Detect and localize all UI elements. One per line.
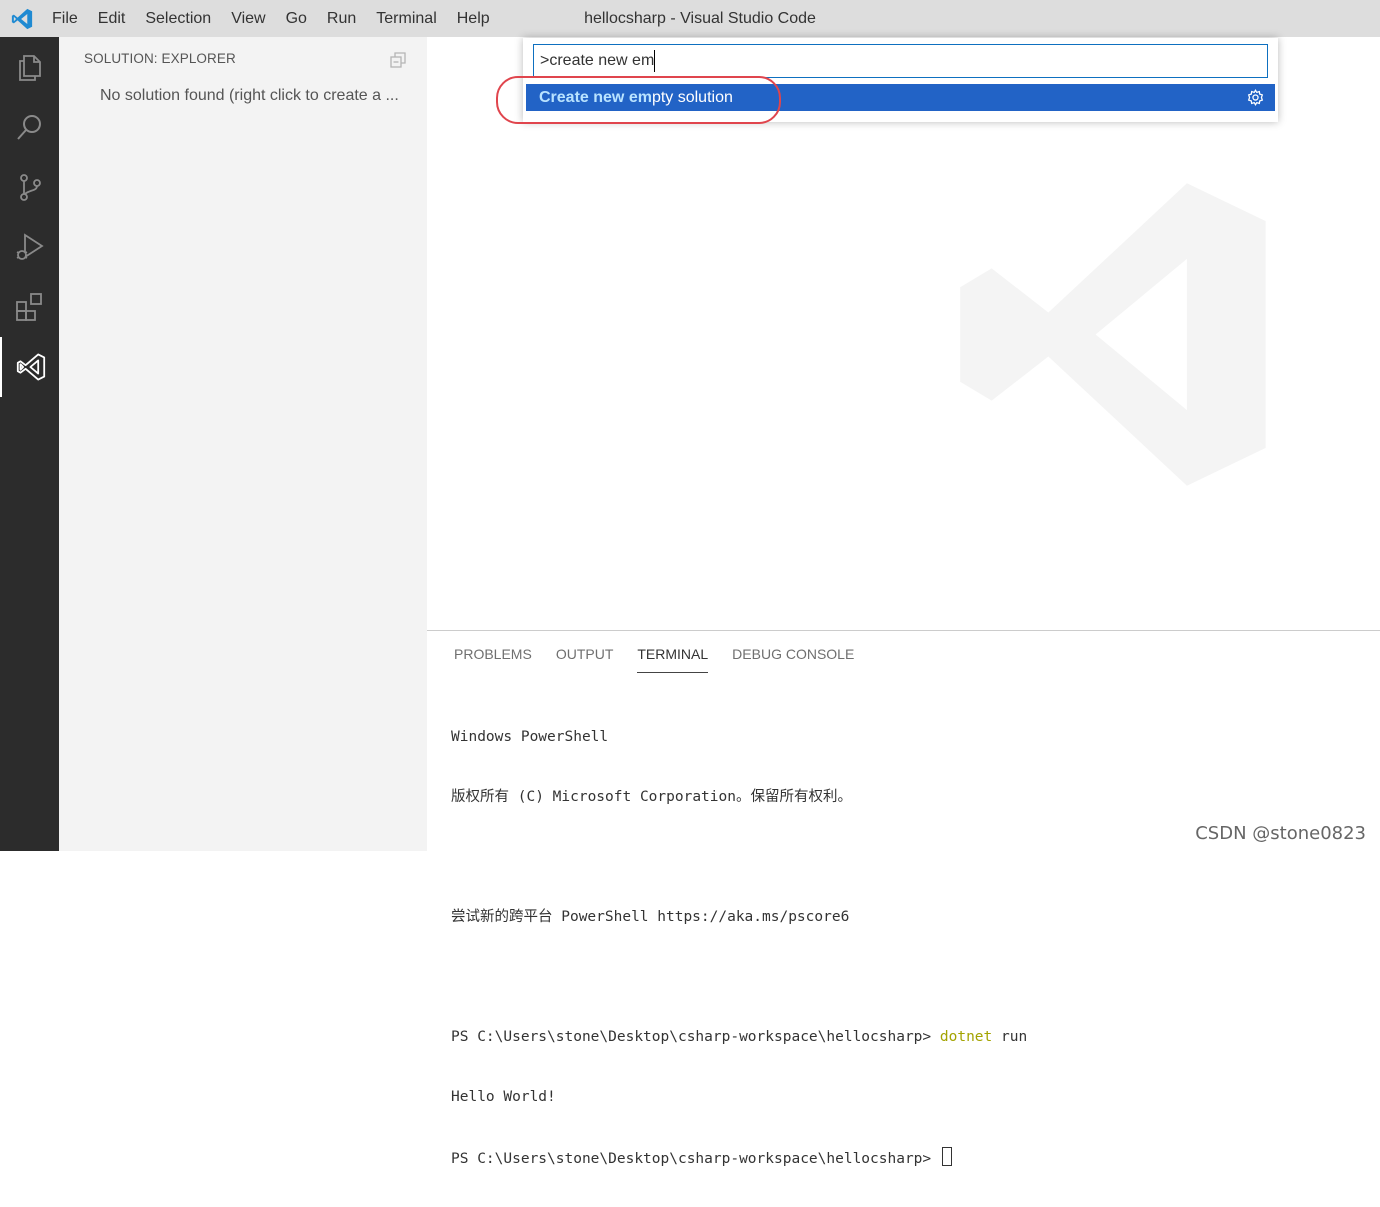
search-icon <box>16 115 41 140</box>
command-palette: Create new empty solution <box>523 38 1278 122</box>
solution-explorer-icon <box>16 353 45 381</box>
gear-icon[interactable] <box>1247 89 1264 106</box>
editor-area[interactable] <box>427 37 1380 630</box>
collapse-all-icon[interactable] <box>389 51 407 69</box>
sidebar-title: SOLUTION: EXPLORER <box>84 51 236 66</box>
tab-output[interactable]: OUTPUT <box>556 631 614 673</box>
terminal-line: 版权所有 (C) Microsoft Corporation。保留所有权利。 <box>451 789 852 805</box>
palette-result-rest: pty solution <box>651 88 733 106</box>
activity-source-control[interactable] <box>0 157 59 217</box>
menu-file[interactable]: File <box>44 0 90 37</box>
terminal-output[interactable]: Windows PowerShell 版权所有 (C) Microsoft Co… <box>451 687 1027 1207</box>
menu-go[interactable]: Go <box>278 0 319 37</box>
tab-debug-console[interactable]: DEBUG CONSOLE <box>732 631 854 673</box>
palette-result-label: Create new empty solution <box>526 89 733 107</box>
activity-solution-explorer[interactable] <box>0 337 59 397</box>
extensions-icon <box>15 293 42 321</box>
terminal-line: Windows PowerShell <box>451 729 609 745</box>
terminal-cursor <box>941 1147 952 1166</box>
menu-help[interactable]: Help <box>449 0 502 37</box>
activity-run-debug[interactable] <box>0 217 59 277</box>
terminal-line: PS C:\Users\stone\Desktop\csharp-workspa… <box>451 1027 1027 1047</box>
no-solution-message[interactable]: No solution found (right click to create… <box>100 87 399 105</box>
menu-selection[interactable]: Selection <box>137 0 223 37</box>
menu-view[interactable]: View <box>223 0 277 37</box>
menu-bar: File Edit Selection View Go Run Terminal… <box>44 0 502 37</box>
menu-edit[interactable]: Edit <box>90 0 138 37</box>
tab-problems[interactable]: PROBLEMS <box>454 631 532 673</box>
activity-search[interactable] <box>0 97 59 157</box>
terminal-prompt: PS C:\Users\stone\Desktop\csharp-workspa… <box>451 1151 940 1167</box>
terminal-command-args: run <box>992 1029 1028 1045</box>
command-palette-input[interactable] <box>533 44 1268 78</box>
run-debug-icon <box>16 233 44 260</box>
terminal-line: Hello World! <box>451 1089 556 1105</box>
text-caret <box>654 50 655 72</box>
panel-tabs: PROBLEMS OUTPUT TERMINAL DEBUG CONSOLE <box>454 631 878 675</box>
vscode-logo-icon[interactable] <box>0 0 44 37</box>
terminal-line: PS C:\Users\stone\Desktop\csharp-workspa… <box>451 1147 1027 1167</box>
palette-match-highlight: Create new em <box>539 88 652 106</box>
explorer-icon <box>18 55 41 81</box>
csdn-watermark: CSDN @stone0823 <box>1195 823 1366 844</box>
title-bar: File Edit Selection View Go Run Terminal… <box>0 0 1380 37</box>
terminal-prompt: PS C:\Users\stone\Desktop\csharp-workspa… <box>451 1029 940 1045</box>
vscode-watermark-icon <box>960 183 1266 486</box>
palette-result-create-empty-solution[interactable]: Create new empty solution <box>526 84 1275 111</box>
bottom-panel: PROBLEMS OUTPUT TERMINAL DEBUG CONSOLE W… <box>427 630 1380 1167</box>
menu-run[interactable]: Run <box>319 0 368 37</box>
source-control-icon <box>19 174 41 201</box>
terminal-command: dotnet <box>939 1029 993 1045</box>
activity-extensions[interactable] <box>0 277 59 337</box>
terminal-line: 尝试新的跨平台 PowerShell https://aka.ms/pscore… <box>451 909 850 925</box>
activity-bar <box>0 37 59 851</box>
sidebar: SOLUTION: EXPLORER No solution found (ri… <box>59 37 427 851</box>
tab-terminal[interactable]: TERMINAL <box>637 631 709 673</box>
menu-terminal[interactable]: Terminal <box>368 0 448 37</box>
activity-explorer[interactable] <box>0 37 59 97</box>
